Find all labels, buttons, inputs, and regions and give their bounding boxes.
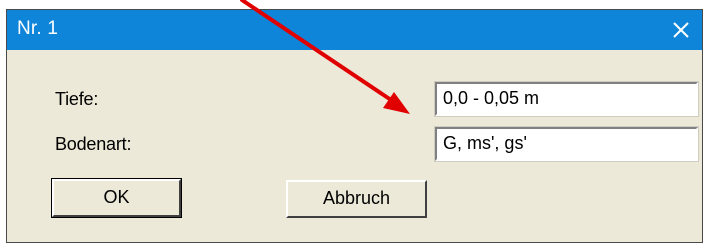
window-title: Nr. 1 [17, 18, 59, 39]
depth-label: Tiefe: [55, 89, 99, 109]
dialog-window: Nr. 1 Tiefe: 0,0 - 0,05 m Bodenart: G, m… [6, 9, 703, 243]
cancel-button[interactable]: Abbruch [286, 180, 427, 218]
soil-type-label: Bodenart: [55, 134, 132, 154]
title-bar[interactable]: Nr. 1 [7, 10, 702, 50]
soil-type-field[interactable]: G, ms', gs' [434, 126, 699, 162]
ok-button[interactable]: OK [51, 178, 182, 218]
depth-field[interactable]: 0,0 - 0,05 m [434, 81, 699, 117]
close-icon [673, 22, 689, 38]
close-button[interactable] [664, 13, 698, 47]
